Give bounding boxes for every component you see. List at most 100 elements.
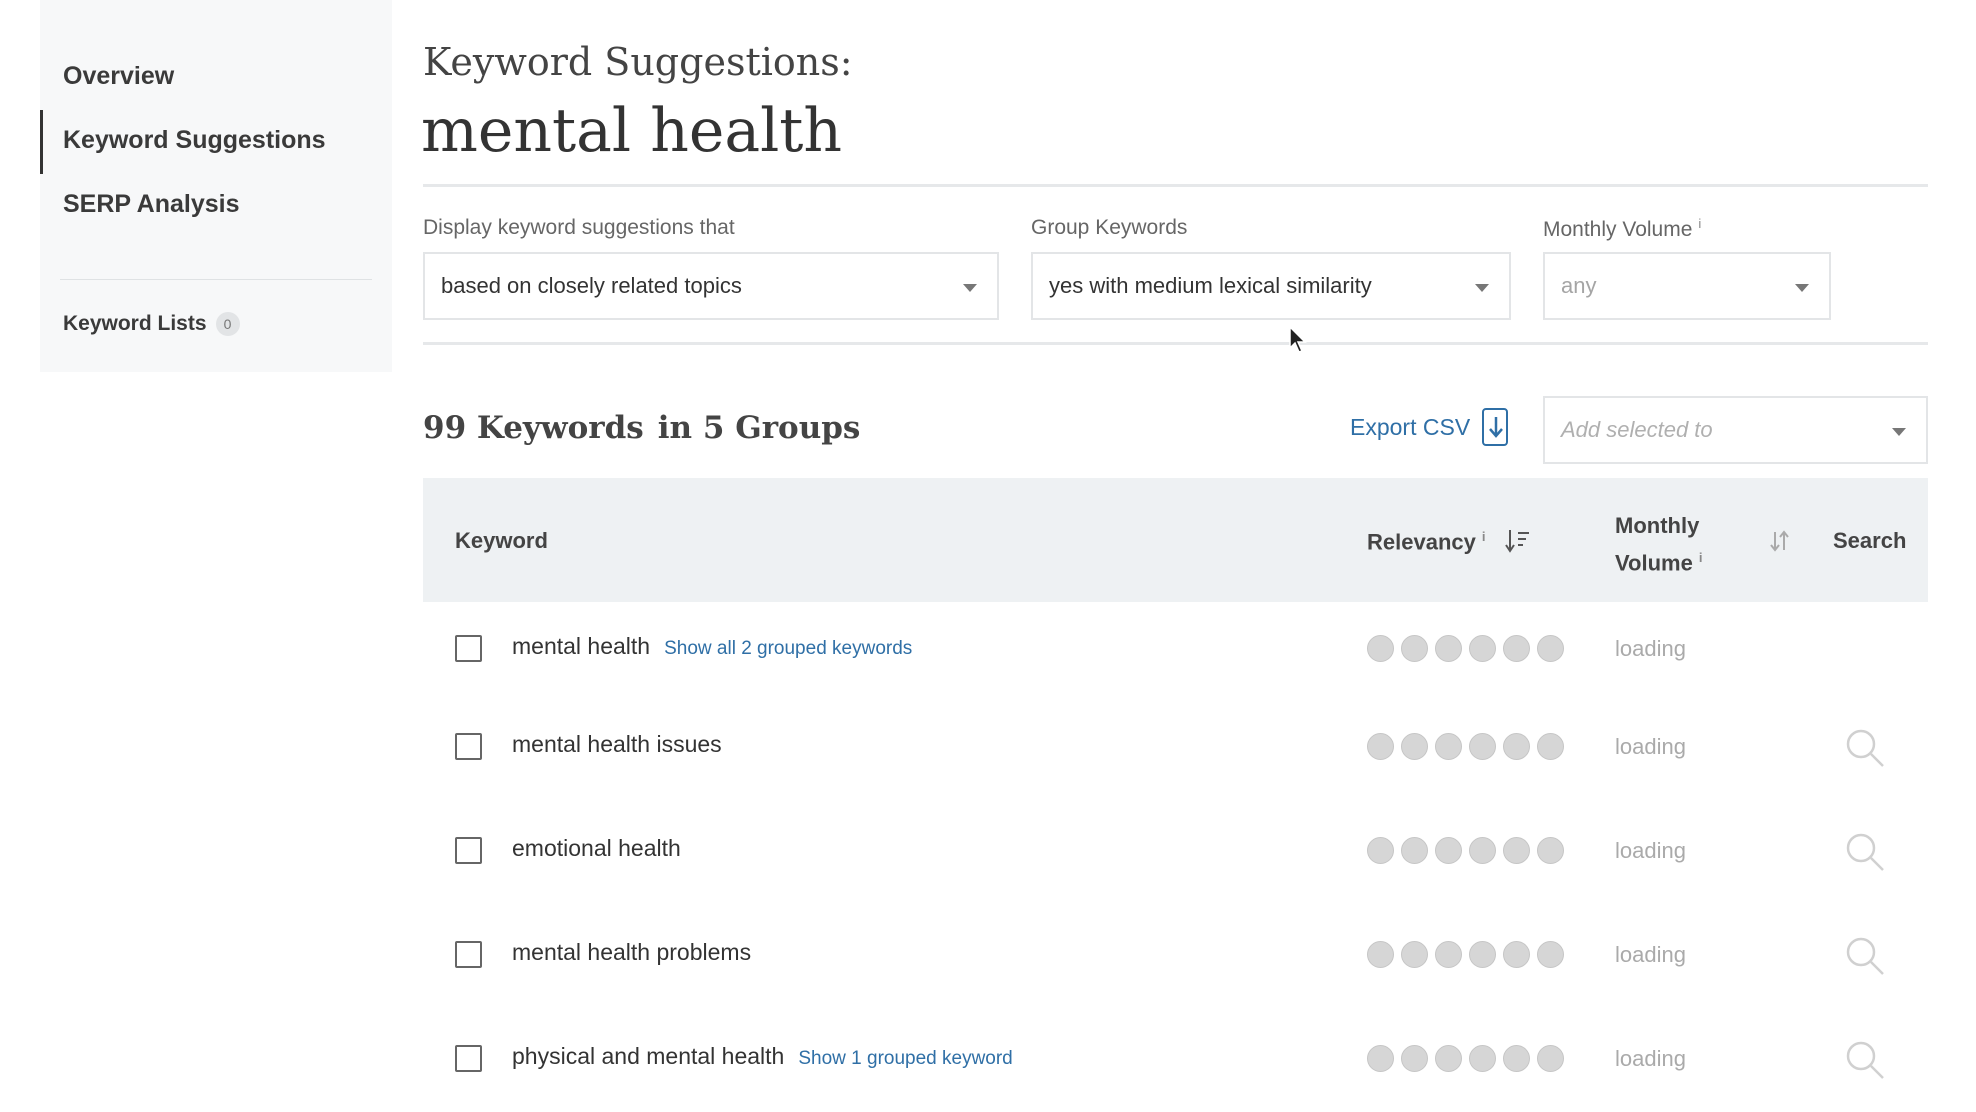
row-checkbox[interactable] [455,941,482,968]
relevancy-dot [1469,837,1496,864]
relevancy-indicator [1367,1045,1564,1072]
relevancy-indicator [1367,837,1564,864]
keyword-cell: physical and mental health Show 1 grouped… [512,1043,1013,1070]
group-filter-select[interactable]: yes with medium lexical similarity [1031,252,1511,320]
relevancy-dot [1367,635,1394,662]
keyword-text: emotional health [512,835,681,861]
relevancy-dot [1401,941,1428,968]
relevancy-dot [1435,1045,1462,1072]
volume-header-line1: Monthly [1615,513,1700,538]
sidebar-item-serp-analysis[interactable]: SERP Analysis [63,190,239,219]
group-filter-label: Group Keywords [1031,216,1188,239]
keyword-text: mental health problems [512,939,752,965]
keyword-cell: mental health issues [512,731,722,758]
column-header-monthly-volume[interactable]: Monthly Volume i [1615,510,1702,579]
relevancy-dot [1367,733,1394,760]
download-icon [1482,408,1509,446]
sidebar-item-overview[interactable]: Overview [63,62,174,91]
results-count: 99 Keywords in 5 Groups [423,410,874,446]
chevron-down-icon [963,284,977,292]
keyword-lists-count-badge: 0 [215,312,240,336]
relevancy-dot [1469,635,1496,662]
sidebar-item-keyword-lists[interactable]: Keyword Lists 0 [63,312,240,336]
row-checkbox[interactable] [455,635,482,662]
sort-desc-icon[interactable] [1505,528,1531,554]
relevancy-indicator [1367,733,1564,760]
table-row: emotional health loading [423,804,1928,904]
monthly-volume-cell: loading [1615,734,1686,759]
sidebar-item-keyword-suggestions[interactable]: Keyword Suggestions [63,126,326,155]
show-grouped-keywords-link[interactable]: Show all 2 grouped keywords [664,638,912,659]
relevancy-dot [1537,635,1564,662]
add-selected-placeholder: Add selected to [1561,417,1713,442]
relevancy-dot [1537,837,1564,864]
group-filter-value: yes with medium lexical similarity [1049,273,1372,298]
export-csv-button[interactable]: Export CSV [1350,408,1509,446]
info-icon[interactable]: i [1699,550,1703,565]
filters-divider [423,342,1928,345]
display-filter-label: Display keyword suggestions that [423,216,735,239]
monthly-volume-cell: loading [1615,838,1686,863]
relevancy-dot [1367,1045,1394,1072]
relevancy-dot [1503,635,1530,662]
keyword-cell: emotional health [512,835,681,862]
search-icon[interactable] [1843,1038,1887,1082]
keyword-lists-label: Keyword Lists [63,312,207,335]
table-row: mental health issues loading [423,700,1928,800]
column-header-keyword: Keyword [455,528,548,553]
info-icon[interactable]: i [1482,529,1486,544]
row-checkbox[interactable] [455,1045,482,1072]
relevancy-dot [1469,941,1496,968]
relevancy-dot [1367,941,1394,968]
volume-filter-label-text: Monthly Volume [1543,218,1693,241]
relevancy-indicator [1367,941,1564,968]
keyword-cell: mental health problems [512,939,751,966]
keyword-text: mental health [512,633,651,659]
monthly-volume-cell: loading [1615,942,1686,967]
row-checkbox[interactable] [455,837,482,864]
relevancy-dot [1503,733,1530,760]
search-icon[interactable] [1843,726,1887,770]
relevancy-indicator [1367,635,1564,662]
volume-filter-value: any [1561,273,1597,298]
info-icon[interactable]: i [1698,216,1701,231]
search-icon[interactable] [1843,934,1887,978]
relevancy-label: Relevancy [1367,529,1476,555]
relevancy-dot [1435,837,1462,864]
relevancy-dot [1401,733,1428,760]
sidebar-divider [60,279,372,280]
monthly-volume-cell: loading [1615,636,1686,661]
table-header: Keyword Relevancy i Monthly Volume i Searc… [423,478,1928,602]
relevancy-dot [1503,1045,1530,1072]
relevancy-dot [1435,941,1462,968]
volume-header-line2: Volume [1615,550,1693,576]
export-csv-label: Export CSV [1350,413,1471,440]
relevancy-dot [1469,1045,1496,1072]
table-row: mental health Show all 2 grouped keywords… [423,602,1928,702]
column-header-search: Search [1833,528,1907,553]
add-selected-to-select[interactable]: Add selected to [1543,396,1928,464]
display-filter-select[interactable]: based on closely related topics [423,252,999,320]
keyword-text: physical and mental health [512,1043,785,1069]
monthly-volume-cell: loading [1615,1046,1686,1071]
active-nav-indicator [40,110,43,174]
relevancy-dot [1503,941,1530,968]
volume-filter-select[interactable]: any [1543,252,1831,320]
volume-filter-label: Monthly Volume i [1543,216,1701,242]
show-grouped-keywords-link[interactable]: Show 1 grouped keyword [798,1048,1012,1069]
row-checkbox[interactable] [455,733,482,760]
relevancy-dot [1469,733,1496,760]
sort-toggle-icon[interactable] [1769,530,1791,552]
display-filter-value: based on closely related topics [441,273,742,298]
page-title: mental health [421,96,843,166]
chevron-down-icon [1892,428,1906,436]
relevancy-dot [1537,941,1564,968]
sidebar: Overview Keyword Suggestions SERP Analys… [40,0,392,372]
column-header-relevancy[interactable]: Relevancy i [1367,529,1485,555]
chevron-down-icon [1795,284,1809,292]
search-icon[interactable] [1843,830,1887,874]
page-subtitle: Keyword Suggestions: [423,40,853,84]
groups-count: in 5 Groups [657,410,861,446]
relevancy-dot [1401,1045,1428,1072]
table-row: physical and mental health Show 1 grouped… [423,1012,1928,1112]
